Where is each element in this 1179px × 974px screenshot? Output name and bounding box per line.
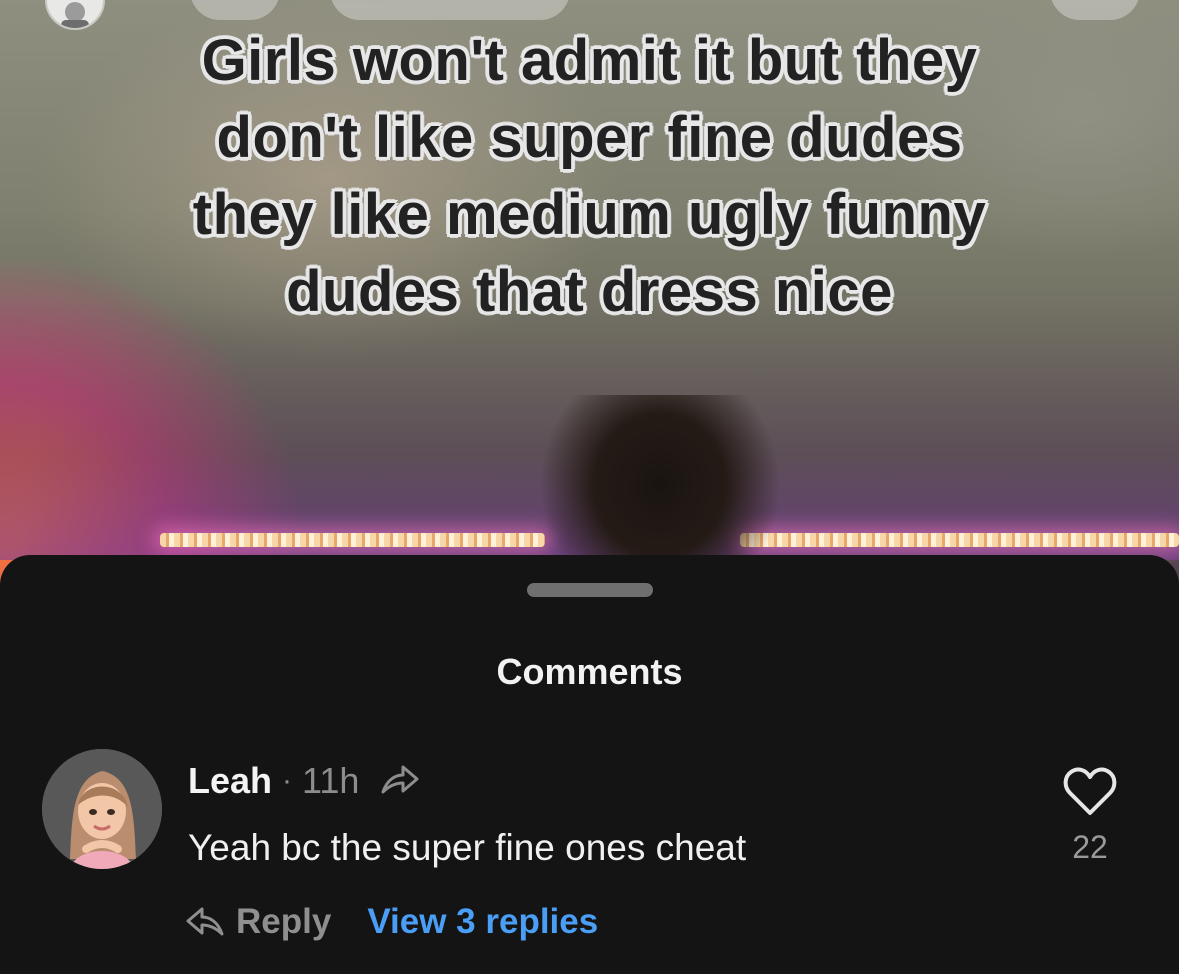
heart-outline-icon[interactable]: [1062, 767, 1118, 817]
like-count: 22: [1072, 829, 1108, 865]
comments-title: Comments: [496, 651, 683, 692]
reply-arrow-icon: [186, 907, 224, 936]
led-light-strip: [740, 533, 1179, 547]
video-overlay-control: [330, 0, 570, 20]
comment-username[interactable]: Leah: [188, 760, 272, 802]
commenter-avatar[interactable]: [42, 749, 162, 869]
view-replies-link[interactable]: View 3 replies: [367, 902, 598, 942]
video-overlay-control: [1050, 0, 1140, 20]
video-overlay-control: [190, 0, 280, 20]
reply-label: Reply: [236, 902, 332, 941]
caption-line: they like medium ugly funny: [192, 182, 987, 247]
comments-sheet: Comments Leah · 11h Yeah bc the super fi…: [0, 555, 1179, 974]
caption-line: Girls won't admit it but they: [201, 28, 978, 93]
sheet-drag-handle[interactable]: [527, 583, 653, 597]
video-player[interactable]: Girls won't admit it but they don't like…: [0, 0, 1179, 600]
comment-item: Leah · 11h Yeah bc the super fine ones c…: [0, 745, 1179, 965]
led-light-strip: [160, 533, 545, 547]
caption-line: dudes that dress nice: [286, 259, 893, 324]
share-arrow-icon[interactable]: [379, 762, 421, 800]
meta-separator: ·: [282, 764, 293, 797]
comment-text: Yeah bc the super fine ones cheat: [188, 827, 747, 868]
comment-actions: Reply View 3 replies: [186, 902, 598, 942]
reply-button[interactable]: Reply: [186, 902, 331, 942]
video-caption: Girls won't admit it but they don't like…: [30, 22, 1149, 330]
comment-timestamp: 11h: [302, 760, 360, 801]
comment-meta: Leah · 11h: [188, 759, 421, 803]
caption-line: don't like super fine dudes: [216, 105, 963, 170]
